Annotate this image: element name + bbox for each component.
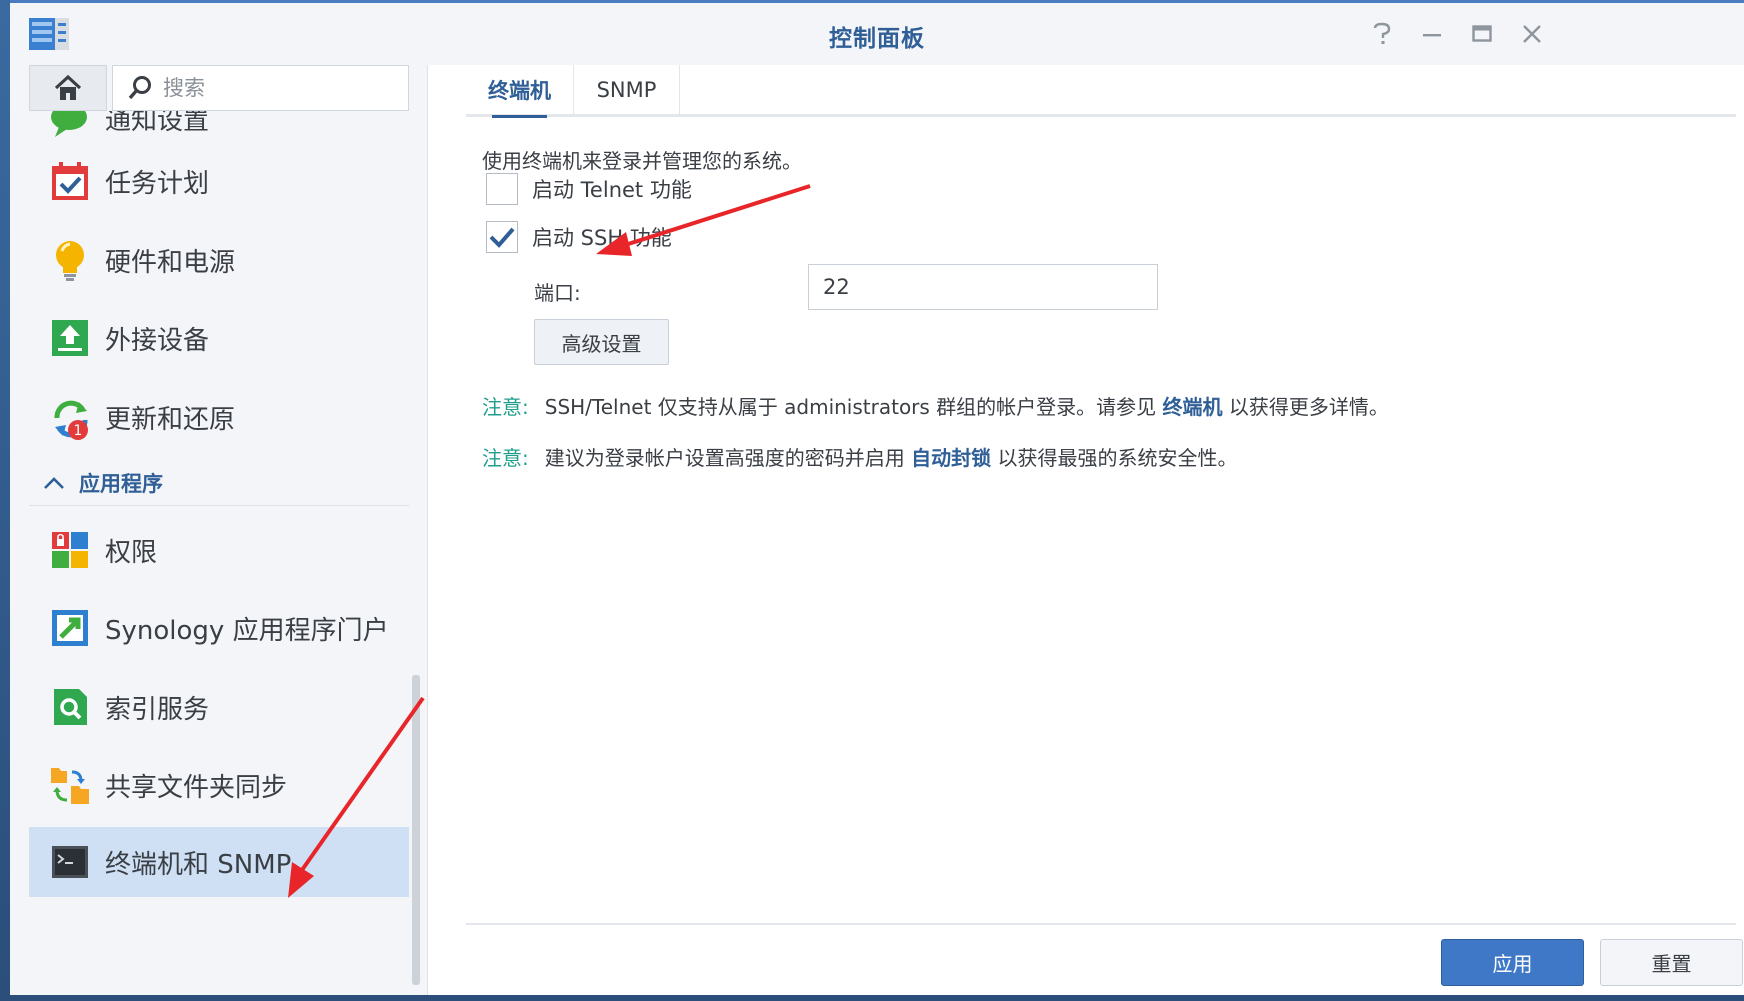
folder-sync-icon: [49, 764, 91, 806]
port-input[interactable]: [808, 264, 1158, 310]
terminal-help-link[interactable]: 终端机: [1163, 395, 1223, 419]
terminal-icon: [49, 841, 91, 883]
sidebar-item-update-restore[interactable]: 1 更新和还原: [29, 382, 409, 452]
chevron-up-icon: [44, 476, 64, 489]
note-text-after: 以获得最强的系统安全性。: [997, 446, 1238, 470]
note-text: SSH/Telnet 仅支持从属于 administrators 群组的帐户登录…: [544, 395, 1157, 419]
port-label: 端口:: [534, 281, 581, 305]
sidebar: 通知设置 任务计划 硬件和电源 外接设备: [10, 65, 428, 995]
footer-divider: [466, 923, 1736, 925]
search-box[interactable]: [112, 65, 409, 111]
permissions-icon: [49, 529, 91, 571]
tab-terminal[interactable]: 终端机: [466, 65, 574, 118]
telnet-option[interactable]: 启动 Telnet 功能: [486, 173, 692, 205]
telnet-checkbox[interactable]: [486, 173, 518, 205]
sidebar-item-label: 硬件和电源: [105, 247, 236, 278]
sidebar-item-permissions[interactable]: 权限: [29, 515, 409, 585]
update-badge: 1: [74, 423, 83, 439]
sidebar-item-label: 共享文件夹同步: [105, 772, 288, 803]
tab-bar: 终端机 SNMP: [466, 65, 1736, 118]
note-tag: 注意:: [482, 446, 529, 470]
title-bar: 控制面板: [10, 3, 1744, 65]
sidebar-item-index-service[interactable]: 索引服务: [29, 672, 409, 742]
advanced-settings-button[interactable]: 高级设置: [534, 319, 669, 365]
minimize-icon[interactable]: [1414, 17, 1450, 51]
sidebar-item-label: 任务计划: [105, 168, 210, 199]
reset-button[interactable]: 重置: [1600, 939, 1743, 986]
sidebar-item-label: 权限: [105, 537, 158, 568]
note-security: 注意: 建议为登录帐户设置高强度的密码并启用 自动封锁 以获得最强的系统安全性。: [482, 442, 1237, 471]
sidebar-item-label: 更新和还原: [105, 404, 236, 435]
desktop-background: [0, 0, 10, 1001]
tab-snmp[interactable]: SNMP: [574, 65, 680, 115]
home-button[interactable]: [29, 65, 107, 111]
auto-block-link[interactable]: 自动封锁: [911, 446, 991, 470]
control-panel-window: 控制面板 搜索 通知设置 任务计划 硬件和电源 外接设备 1 更新和还原 应用程…: [10, 0, 1744, 995]
note-ssh-telnet: 注意: SSH/Telnet 仅支持从属于 administrators 群组的帐…: [482, 391, 1389, 420]
close-icon[interactable]: [1514, 17, 1550, 51]
home-icon: [54, 74, 82, 100]
external-device-icon: [49, 317, 91, 359]
sidebar-item-task-scheduler[interactable]: 任务计划: [29, 146, 409, 216]
maximize-icon[interactable]: [1464, 17, 1500, 51]
sidebar-scrollbar[interactable]: [412, 675, 420, 985]
note-text-after: 以获得更多详情。: [1228, 395, 1389, 419]
note-text: 建议为登录帐户设置高强度的密码并启用: [544, 446, 905, 470]
search-icon: [128, 76, 151, 100]
ssh-option[interactable]: 启动 SSH 功能: [486, 221, 672, 253]
sidebar-item-label: 终端机和 SNMP: [105, 849, 292, 880]
update-restore-icon: 1: [49, 396, 91, 440]
search-input[interactable]: [163, 76, 363, 100]
sidebar-item-label: 索引服务: [105, 694, 210, 725]
lightbulb-icon: [49, 239, 91, 281]
apps-list: 权限 Synology 应用程序门户 索引服务 共享文件夹同步 终端机和 SNM…: [10, 515, 410, 995]
section-applications-header[interactable]: 应用程序: [29, 460, 409, 506]
apply-button[interactable]: 应用: [1441, 939, 1584, 986]
sidebar-item-shared-folder-sync[interactable]: 共享文件夹同步: [29, 750, 409, 820]
checkmark-icon: [489, 227, 515, 248]
ssh-checkbox[interactable]: [486, 221, 518, 253]
help-icon[interactable]: [1364, 17, 1400, 51]
sidebar-item-label: Synology 应用程序门户: [105, 615, 389, 646]
sidebar-item-hardware-power[interactable]: 硬件和电源: [29, 225, 409, 295]
main-content: 终端机 SNMP 使用终端机来登录并管理您的系统。 启动 Telnet 功能 启…: [440, 65, 1744, 995]
notification-icon: [49, 111, 91, 139]
calendar-check-icon: [49, 160, 91, 202]
index-service-icon: [49, 686, 91, 728]
sidebar-item-external-devices[interactable]: 外接设备: [29, 303, 409, 373]
sidebar-item-terminal-snmp[interactable]: 终端机和 SNMP: [29, 827, 409, 897]
sidebar-item-label: 外接设备: [105, 325, 210, 356]
note-tag: 注意:: [482, 395, 529, 419]
app-portal-icon: [49, 607, 91, 649]
telnet-label: 启动 Telnet 功能: [532, 178, 692, 202]
sidebar-item-app-portal[interactable]: Synology 应用程序门户: [29, 593, 409, 663]
sidebar-item-label: 通知设置: [105, 111, 210, 136]
section-label: 应用程序: [79, 471, 163, 496]
terminal-description: 使用终端机来登录并管理您的系统。: [482, 149, 802, 173]
ssh-label: 启动 SSH 功能: [532, 226, 672, 250]
